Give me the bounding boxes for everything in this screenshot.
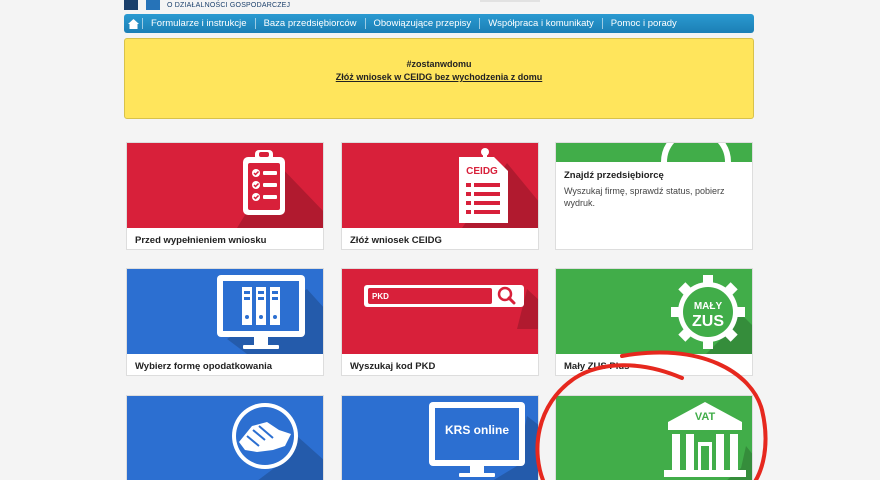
red-annotation-circle xyxy=(535,350,768,480)
